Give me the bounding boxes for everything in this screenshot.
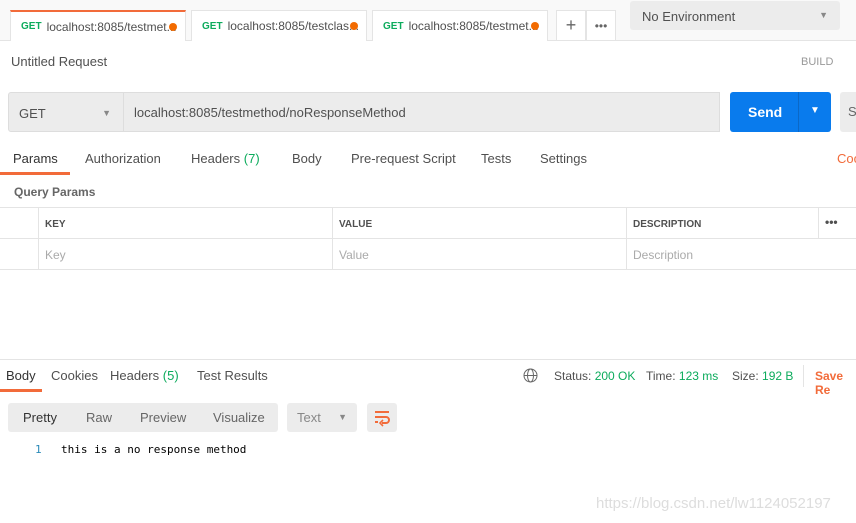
query-params-title: Query Params bbox=[14, 185, 96, 199]
request-tab-2[interactable]: GET localhost:8085/testclas... bbox=[191, 10, 367, 41]
chevron-down-icon: ▼ bbox=[102, 108, 111, 118]
unsaved-dot-icon bbox=[531, 22, 539, 30]
code-link[interactable]: Coo bbox=[837, 151, 856, 166]
format-visualize[interactable]: Visualize bbox=[213, 410, 265, 425]
url-input[interactable]: localhost:8085/testmethod/noResponseMeth… bbox=[124, 92, 720, 132]
tab-headers[interactable]: Headers (7) bbox=[191, 151, 260, 166]
wrap-lines-button[interactable] bbox=[367, 403, 397, 432]
column-value: VALUE bbox=[332, 208, 627, 239]
content-type-select[interactable]: Text ▼ bbox=[287, 403, 357, 432]
size-value: 192 B bbox=[762, 369, 794, 383]
save-button[interactable]: S bbox=[840, 92, 856, 132]
format-tabs: Pretty Raw Preview Visualize bbox=[8, 403, 278, 432]
tab-label: localhost:8085/testmet... bbox=[46, 19, 177, 34]
unsaved-dot-icon bbox=[350, 22, 358, 30]
send-label: Send bbox=[748, 104, 783, 120]
tab-label: localhost:8085/testmet... bbox=[408, 19, 539, 33]
request-tab-3[interactable]: GET localhost:8085/testmet... bbox=[372, 10, 548, 41]
tab-method: GET bbox=[202, 20, 223, 32]
status-label: Status: bbox=[554, 369, 592, 383]
environment-select[interactable]: No Environment ▼ bbox=[630, 1, 840, 30]
active-tab-underline bbox=[0, 172, 70, 175]
headers-count: (5) bbox=[162, 368, 179, 383]
wrap-icon bbox=[375, 411, 390, 427]
active-tab-underline bbox=[0, 389, 42, 392]
table-row: Key Value Description bbox=[0, 239, 856, 270]
method-value: GET bbox=[19, 106, 46, 121]
line-number: 1 bbox=[35, 443, 42, 456]
build-mode[interactable]: BUILD bbox=[801, 56, 833, 68]
response-tab-headers[interactable]: Headers (5) bbox=[110, 368, 179, 383]
more-icon: ••• bbox=[594, 18, 608, 33]
watermark: https://blog.csdn.net/lw1124052197 bbox=[596, 495, 831, 512]
column-description: DESCRIPTION bbox=[626, 208, 818, 239]
tab-params[interactable]: Params bbox=[13, 151, 58, 166]
response-tab-cookies[interactable]: Cookies bbox=[51, 368, 98, 383]
description-input[interactable]: Description bbox=[626, 239, 856, 270]
format-raw[interactable]: Raw bbox=[86, 410, 112, 425]
value-input[interactable]: Value bbox=[332, 239, 627, 270]
table-header: KEY VALUE DESCRIPTION ••• bbox=[0, 208, 856, 239]
tab-pre-request-script[interactable]: Pre-request Script bbox=[351, 151, 456, 166]
response-size: Size: 192 B bbox=[732, 369, 793, 383]
unsaved-dot-icon bbox=[169, 23, 177, 31]
divider bbox=[0, 359, 856, 360]
chevron-down-icon: ▼ bbox=[819, 10, 828, 20]
new-tab-button[interactable]: + bbox=[556, 10, 586, 41]
more-icon[interactable]: ••• bbox=[818, 208, 856, 239]
status-value: 200 OK bbox=[594, 369, 636, 383]
content-type-value: Text bbox=[297, 410, 321, 425]
chevron-down-icon: ▼ bbox=[338, 412, 347, 422]
response-tab-test-results[interactable]: Test Results bbox=[197, 368, 268, 383]
globe-icon[interactable] bbox=[523, 368, 538, 386]
send-options-chevron-icon[interactable]: ▼ bbox=[810, 105, 820, 116]
divider bbox=[803, 365, 804, 387]
tab-label: Headers bbox=[191, 151, 241, 166]
format-preview[interactable]: Preview bbox=[140, 410, 186, 425]
request-title[interactable]: Untitled Request bbox=[11, 54, 107, 69]
query-params-table: KEY VALUE DESCRIPTION ••• Key Value Desc… bbox=[0, 207, 856, 270]
tab-method: GET bbox=[21, 21, 42, 32]
response-time: Time: 123 ms bbox=[646, 369, 718, 383]
plus-icon: + bbox=[565, 15, 577, 35]
tab-options-button[interactable]: ••• bbox=[586, 10, 616, 41]
environment-value: No Environment bbox=[642, 9, 736, 24]
time-value: 123 ms bbox=[678, 369, 719, 383]
response-tab-body[interactable]: Body bbox=[6, 368, 36, 383]
divider bbox=[798, 92, 799, 132]
tab-settings[interactable]: Settings bbox=[540, 151, 587, 166]
tab-tests[interactable]: Tests bbox=[481, 151, 511, 166]
method-select[interactable]: GET ▼ bbox=[8, 92, 124, 132]
response-body-line: this is a no response method bbox=[61, 443, 247, 456]
tab-label: localhost:8085/testclas... bbox=[227, 19, 359, 33]
send-button[interactable]: Send ▼ bbox=[730, 92, 831, 132]
format-pretty[interactable]: Pretty bbox=[23, 410, 57, 425]
tab-label: Headers bbox=[110, 368, 160, 383]
tab-authorization[interactable]: Authorization bbox=[85, 151, 161, 166]
column-key: KEY bbox=[38, 208, 333, 239]
key-input[interactable]: Key bbox=[38, 239, 333, 270]
size-label: Size: bbox=[732, 369, 759, 383]
response-status: Status: 200 OK bbox=[554, 369, 635, 383]
time-label: Time: bbox=[646, 369, 676, 383]
tab-body[interactable]: Body bbox=[292, 151, 322, 166]
save-response-button[interactable]: Save Re bbox=[815, 369, 856, 397]
request-tab-1[interactable]: GET localhost:8085/testmet... bbox=[10, 10, 186, 41]
tab-method: GET bbox=[383, 20, 404, 32]
headers-count: (7) bbox=[243, 151, 260, 166]
